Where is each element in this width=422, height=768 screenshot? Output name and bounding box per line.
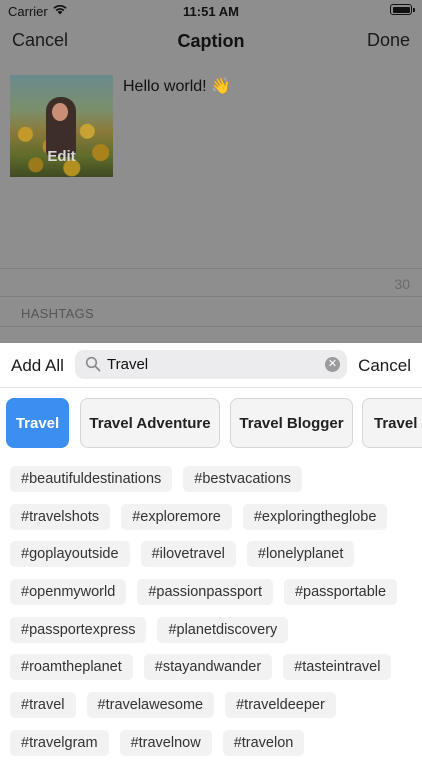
- photo-face: [52, 103, 68, 121]
- hashtag-row: #roamtheplanet #stayandwander #tasteintr…: [10, 654, 422, 681]
- hashtag-chip[interactable]: #goplayoutside: [10, 541, 130, 568]
- hashtag-row: #travelshots #exploremore #exploringtheg…: [10, 503, 422, 530]
- category-chips: Travel Travel Adventure Travel Blogger T…: [0, 388, 422, 450]
- hashtag-chip[interactable]: #openmyworld: [10, 579, 127, 606]
- hashtag-chip[interactable]: #tasteintravel: [283, 654, 392, 681]
- divider: [0, 326, 422, 327]
- hashtag-chip[interactable]: #lonelyplanet: [246, 541, 355, 568]
- edit-photo-label[interactable]: Edit: [10, 148, 113, 165]
- hashtag-search-bar: Add All ✕ Cancel: [0, 343, 422, 388]
- page-title: Caption: [177, 31, 245, 51]
- hashtag-chip[interactable]: #bestvacations: [183, 466, 303, 492]
- hashtag-chip[interactable]: #ilovetravel: [140, 541, 236, 568]
- hashtag-chip[interactable]: #exploremore: [121, 503, 232, 530]
- search-icon: [85, 356, 101, 372]
- caption-editor-dimmed: Carrier 11:51 AM Cancel Caption Done Edi…: [0, 0, 422, 343]
- hashtag-counter: 30: [394, 276, 410, 292]
- hashtag-chip[interactable]: #passionpassport: [137, 579, 273, 606]
- hashtag-chip[interactable]: #passportable: [283, 579, 398, 606]
- cancel-search-button[interactable]: Cancel: [358, 356, 411, 376]
- battery-icon: [390, 4, 415, 15]
- hashtag-chip[interactable]: #travelshots: [10, 503, 111, 530]
- hashtag-row: #passportexpress #planetdiscovery: [10, 616, 422, 643]
- hashtag-chip[interactable]: #planetdiscovery: [157, 616, 289, 643]
- hashtag-row: #openmyworld #passionpassport #passporta…: [10, 579, 422, 606]
- hashtag-chip[interactable]: #travelon: [222, 729, 305, 756]
- hashtag-chip[interactable]: #travelgram: [10, 729, 109, 756]
- hashtag-row: #travel #travelawesome #traveldeeper: [10, 692, 422, 719]
- hashtag-chip[interactable]: #traveldeeper: [225, 692, 336, 719]
- divider: [0, 268, 422, 269]
- divider: [0, 296, 422, 297]
- add-all-button[interactable]: Add All: [11, 356, 64, 376]
- hashtag-chip[interactable]: #travelnow: [119, 729, 212, 756]
- category-chip-travel-adventure[interactable]: Travel Adventure: [80, 398, 220, 448]
- hashtag-row: #goplayoutside #ilovetravel #lonelyplane…: [10, 541, 422, 568]
- hashtag-list: #beautifuldestinations #bestvacations #t…: [10, 466, 422, 768]
- status-bar: Carrier 11:51 AM: [0, 0, 422, 22]
- clear-icon[interactable]: ✕: [325, 357, 340, 372]
- hashtag-chip[interactable]: #roamtheplanet: [10, 654, 133, 681]
- hashtag-chip[interactable]: #exploringtheglobe: [242, 503, 388, 530]
- clock: 11:51 AM: [183, 4, 239, 19]
- hashtag-row: #travelgram #travelnow #travelon: [10, 729, 422, 756]
- post-photo-thumbnail[interactable]: Edit: [10, 75, 113, 177]
- done-button[interactable]: Done: [367, 30, 410, 51]
- hashtag-chip[interactable]: #stayandwander: [143, 654, 273, 681]
- hashtag-chip[interactable]: #travelawesome: [86, 692, 215, 719]
- nav-bar: Cancel Caption Done: [0, 22, 422, 64]
- hashtag-chip[interactable]: #passportexpress: [10, 616, 147, 643]
- search-field[interactable]: ✕: [75, 350, 347, 379]
- hashtag-chip[interactable]: #travel: [10, 692, 76, 719]
- category-chip-travel[interactable]: Travel: [6, 398, 69, 448]
- category-chip-travel-blogger[interactable]: Travel Blogger: [230, 398, 353, 448]
- search-input[interactable]: [107, 354, 317, 375]
- hashtags-section-label: HASHTAGS: [21, 306, 94, 321]
- hashtag-chip[interactable]: #beautifuldestinations: [10, 466, 173, 492]
- caption-text[interactable]: Hello world! 👋: [123, 76, 231, 96]
- hashtag-row: #beautifuldestinations #bestvacations: [10, 466, 422, 492]
- category-chip-travel-g[interactable]: Travel G: [362, 398, 422, 448]
